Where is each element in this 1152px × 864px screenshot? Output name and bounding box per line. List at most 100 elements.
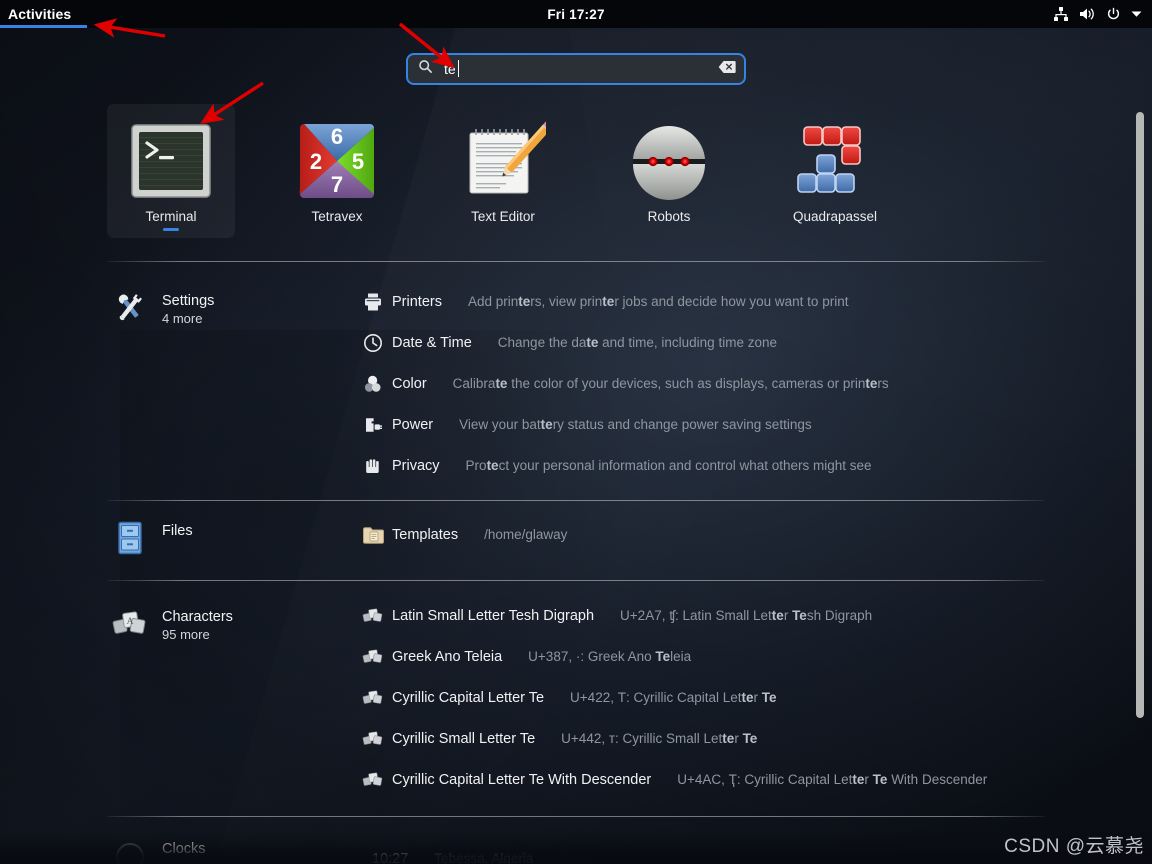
clocks-icon (112, 838, 148, 864)
app-label: Robots (647, 209, 691, 224)
section-divider (107, 261, 1045, 262)
clock-icon (360, 333, 386, 353)
svg-text:6: 6 (331, 124, 343, 149)
section-more: 95 more (162, 627, 210, 642)
svg-text:5: 5 (352, 149, 364, 174)
result-desc: U+387, ·: Greek Ano Teleia (528, 649, 692, 664)
result-name: Power (392, 416, 434, 433)
app-result-quadrapassel[interactable]: Quadrapassel (771, 104, 899, 238)
characters-icon (360, 689, 386, 707)
result-row-date-time[interactable]: Date & Time Change the date and time, in… (360, 322, 889, 363)
result-name: Greek Ano Teleia (392, 648, 503, 665)
characters-icon (360, 607, 386, 625)
section-divider (107, 500, 1045, 501)
folder-templates-icon (360, 525, 386, 545)
result-name: Printers (392, 293, 442, 310)
scrollbar[interactable] (1136, 112, 1144, 718)
search-box[interactable]: te (406, 53, 746, 85)
files-icon (112, 520, 148, 556)
result-name: Cyrillic Small Letter Te (392, 730, 536, 747)
search-icon (418, 59, 433, 79)
result-name: Templates (392, 526, 459, 543)
section-header-clocks[interactable]: Clocks (112, 838, 342, 864)
svg-text:7: 7 (331, 172, 343, 197)
result-desc: U+2A7, ʧ: Latin Small Letter Tesh Digrap… (620, 608, 873, 623)
result-row-character[interactable]: Latin Small Letter Tesh Digraph U+2A7, ʧ… (360, 595, 987, 636)
robots-icon (621, 117, 717, 205)
result-desc: View your battery status and change powe… (459, 417, 812, 432)
gnome-activities-overview: Activities Fri 17:27 te Terminal 6 2 5 7… (0, 0, 1152, 864)
section-divider (107, 816, 1045, 817)
tetravex-icon: 6 2 5 7 (289, 117, 385, 205)
result-desc: U+442, т: Cyrillic Small Letter Te (561, 731, 758, 746)
app-label: Tetravex (311, 209, 363, 224)
result-row-power[interactable]: Power View your battery status and chang… (360, 404, 889, 445)
result-desc: Calibrate the color of your devices, suc… (452, 376, 889, 391)
result-desc: /home/glaway (484, 527, 568, 542)
app-label: Terminal (145, 209, 197, 224)
app-result-tetravex[interactable]: 6 2 5 7 Tetravex (273, 104, 401, 238)
result-row-character[interactable]: Cyrillic Capital Letter Te With Descende… (360, 759, 987, 800)
result-row-printers[interactable]: Printers Add printers, view printer jobs… (360, 281, 889, 322)
result-desc: Protect your personal information and co… (465, 458, 872, 473)
app-result-terminal[interactable]: Terminal (107, 104, 235, 238)
search-input[interactable]: te (444, 60, 459, 77)
app-results-grid: Terminal 6 2 5 7 Tetravex Text Editor Ro… (107, 104, 1045, 238)
characters-result-rows: Latin Small Letter Tesh Digraph U+2A7, ʧ… (360, 595, 987, 800)
result-name: Cyrillic Capital Letter Te With Descende… (392, 771, 652, 788)
quadrapassel-icon (787, 117, 883, 205)
result-desc: Change the date and time, including time… (497, 335, 777, 350)
result-row-templates[interactable]: Templates /home/glaway (360, 514, 567, 555)
app-label: Text Editor (471, 209, 535, 224)
selection-indicator (163, 228, 179, 231)
app-result-text-editor[interactable]: Text Editor (439, 104, 567, 238)
result-row-clock[interactable]: 10:27 Tebessa, Algeria (366, 838, 533, 864)
terminal-icon (123, 117, 219, 205)
characters-icon (360, 648, 386, 666)
section-header-settings[interactable]: Settings 4 more (112, 290, 342, 328)
printer-icon (360, 292, 386, 312)
result-row-character[interactable]: Greek Ano Teleia U+387, ·: Greek Ano Tel… (360, 636, 987, 677)
files-result-rows: Templates /home/glaway (360, 514, 567, 555)
result-row-character[interactable]: Cyrillic Small Letter Te U+442, т: Cyril… (360, 718, 987, 759)
power-plug-icon (360, 415, 386, 435)
color-icon (360, 374, 386, 394)
clear-icon[interactable] (718, 60, 736, 79)
section-divider (107, 580, 1045, 581)
result-desc: Add printers, view printer jobs and deci… (467, 294, 849, 309)
result-name: Latin Small Letter Tesh Digraph (392, 607, 595, 624)
result-row-character[interactable]: Cyrillic Capital Letter Te U+422, Т: Cyr… (360, 677, 987, 718)
result-name: Date & Time (392, 334, 472, 351)
search-entry[interactable]: te (406, 53, 746, 85)
watermark: CSDN @云慕尧 (1004, 836, 1144, 857)
section-title: Settings (162, 293, 215, 309)
svg-text:2: 2 (310, 149, 322, 174)
app-result-robots[interactable]: Robots (605, 104, 733, 238)
top-bar: Activities Fri 17:27 (0, 0, 1152, 28)
result-name: 10:27 (372, 850, 409, 864)
result-name: Cyrillic Capital Letter Te (392, 689, 545, 706)
section-title: Clocks (162, 841, 206, 857)
app-label: Quadrapassel (792, 209, 878, 224)
text-editor-icon (455, 117, 551, 205)
section-title: Files (162, 523, 193, 539)
clock-label[interactable]: Fri 17:27 (0, 7, 1152, 22)
settings-icon (112, 290, 148, 326)
section-header-files[interactable]: Files (112, 520, 342, 556)
result-row-color[interactable]: Color Calibrate the color of your device… (360, 363, 889, 404)
result-desc: U+422, Т: Cyrillic Capital Letter Te (570, 690, 777, 705)
section-more: 4 more (162, 311, 203, 326)
characters-icon (360, 730, 386, 748)
settings-result-rows: Printers Add printers, view printer jobs… (360, 281, 889, 486)
result-desc: U+4AC, Ҭ: Cyrillic Capital Letter Te Wit… (677, 772, 988, 787)
result-name: Color (392, 375, 427, 392)
result-row-privacy[interactable]: Privacy Protect your personal informatio… (360, 445, 889, 486)
section-header-characters[interactable]: A Characters 95 more (112, 606, 342, 644)
result-name: Privacy (392, 457, 440, 474)
privacy-hand-icon (360, 456, 386, 476)
section-title: Characters (162, 609, 233, 625)
clocks-result-rows: 10:27 Tebessa, Algeria (366, 838, 533, 864)
characters-icon (360, 771, 386, 789)
characters-icon: A (112, 606, 148, 642)
svg-text:A: A (127, 617, 134, 627)
